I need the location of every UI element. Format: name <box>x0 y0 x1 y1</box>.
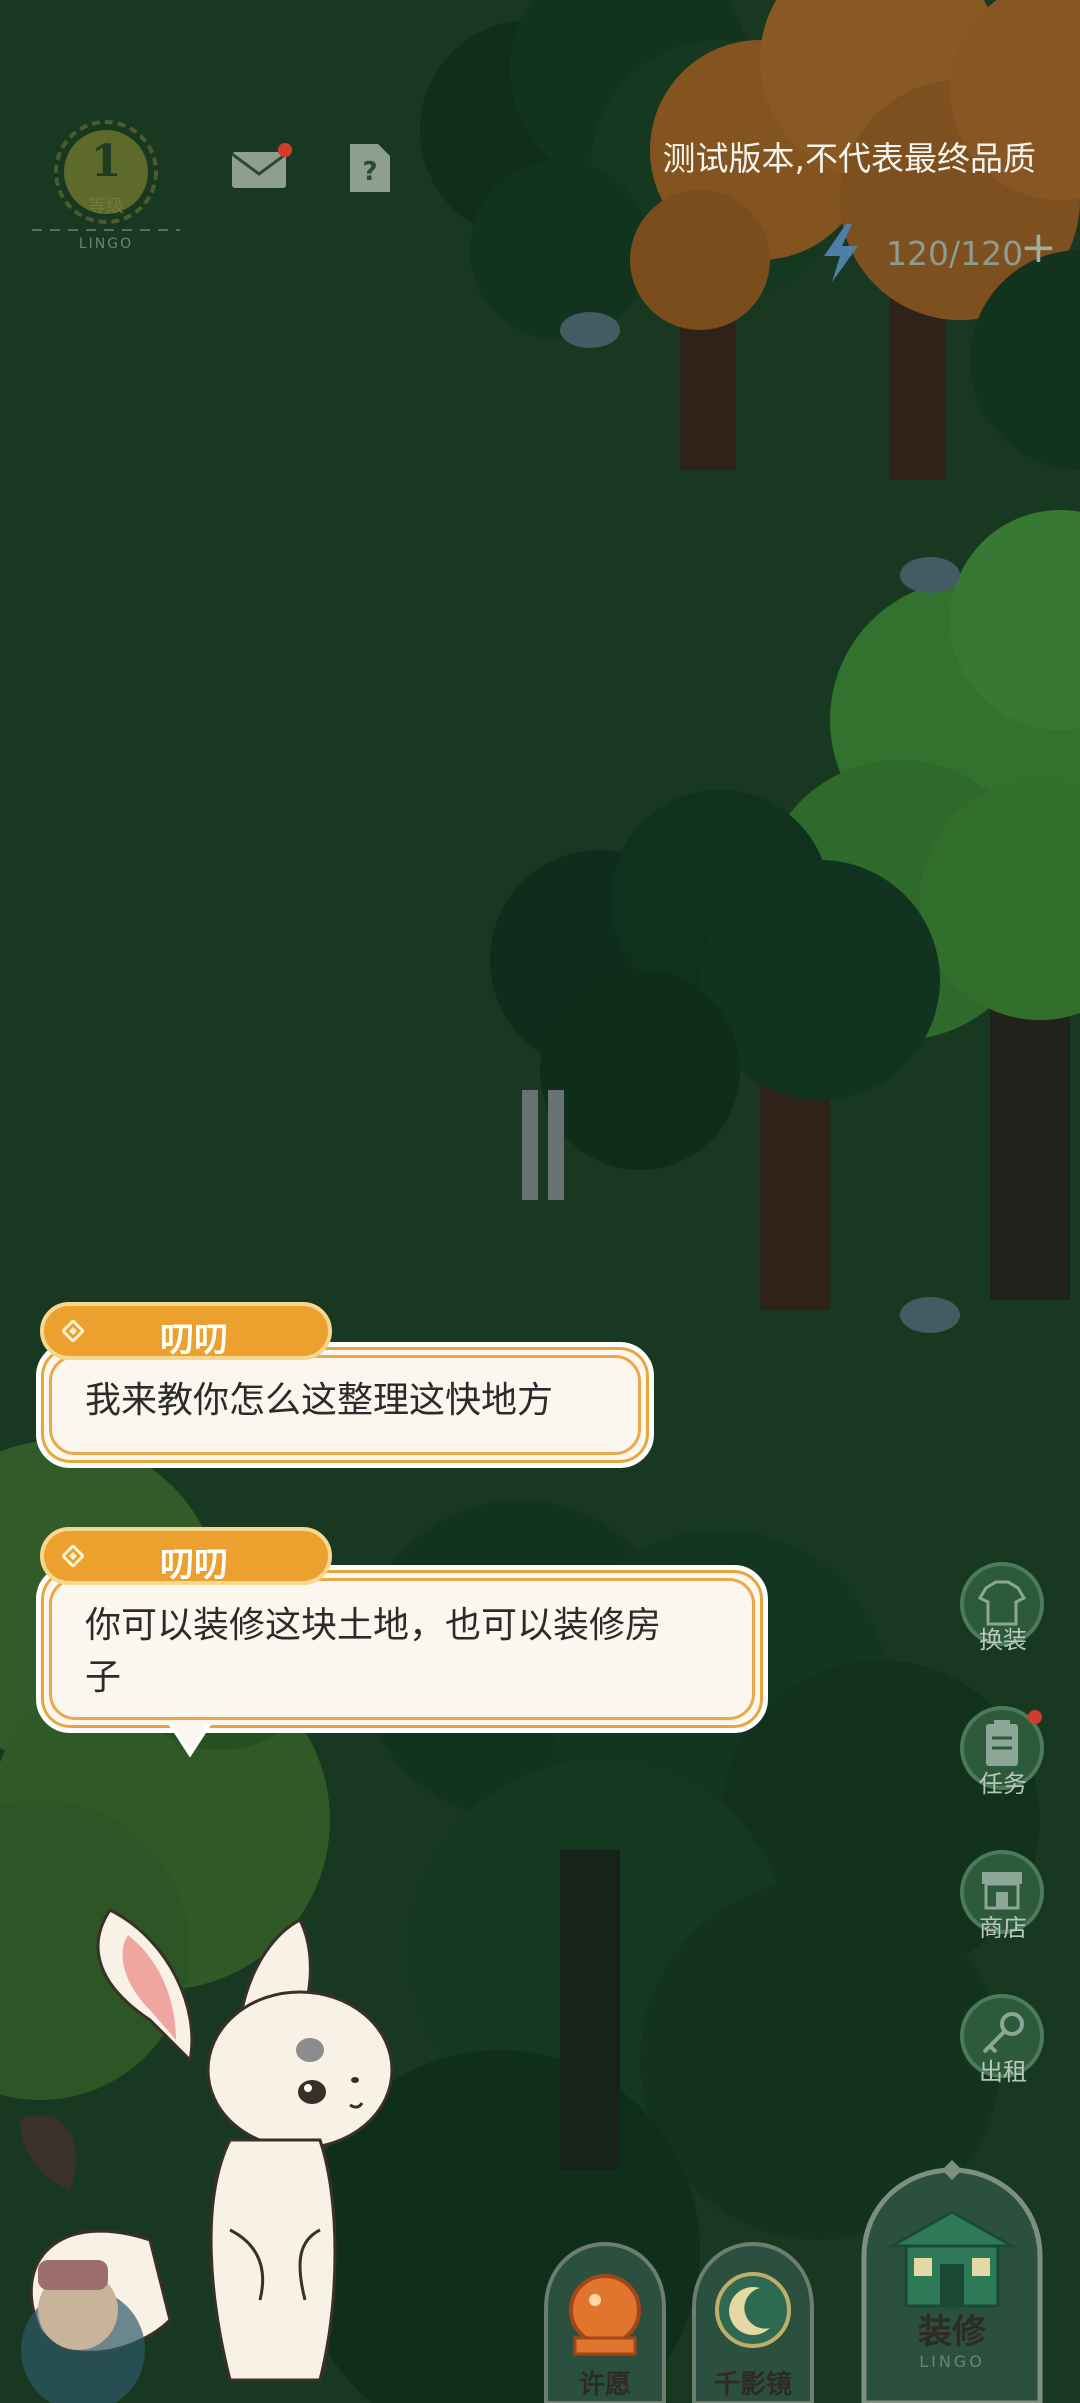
mail-icon <box>231 143 292 188</box>
energy-counter: 120/120 <box>886 234 1024 273</box>
decorate-label: 装修 <box>918 2312 986 2352</box>
rock <box>900 1297 960 1333</box>
rock <box>900 557 960 593</box>
side-label-outfit: 换装 <box>979 1626 1027 1654</box>
speaker-nametag-1: 叨叨 <box>40 1302 332 1360</box>
test-version-notice: 测试版本,不代表最终品质 <box>662 139 1037 178</box>
speaker-nametag-2: 叨叨 <box>40 1527 332 1585</box>
game-screen: 1 等级 LINGO ? 测试版本,不代表最终品质 120/120 + 我来教你… <box>0 0 1080 2403</box>
energy-icon <box>818 222 864 284</box>
dialog-text-2-line-2: 子 <box>85 1657 122 1698</box>
dialog-tail <box>164 1720 216 1758</box>
side-button-shop[interactable]: 商店 <box>948 1846 1058 1956</box>
side-label-rent: 出租 <box>979 2058 1027 2086</box>
wish-label: 许愿 <box>578 2370 631 2400</box>
level-number: 1 <box>90 136 122 187</box>
speaker-name-1: 叨叨 <box>160 1320 228 1360</box>
level-badge[interactable]: 1 等级 LINGO <box>32 118 180 258</box>
dialog-text-2-line-1: 你可以装修这块土地，也可以装修房 <box>85 1605 662 1646</box>
level-label: 等级 <box>88 196 124 217</box>
side-label-shop: 商店 <box>979 1914 1027 1942</box>
side-button-tasks[interactable]: 任务 <box>948 1702 1058 1812</box>
rock <box>560 312 620 348</box>
dialog-text-1: 我来教你怎么这整理这快地方 <box>85 1380 554 1421</box>
wish-button[interactable]: 许愿 <box>540 2238 670 2403</box>
energy-add-button[interactable]: + <box>1020 226 1057 270</box>
dialog-text-2: 你可以装修这块土地，也可以装修房 子 <box>85 1600 661 1704</box>
side-button-outfit[interactable]: 换装 <box>948 1558 1058 1668</box>
speaker-name-2: 叨叨 <box>160 1545 228 1585</box>
svg-text:?: ? <box>362 157 377 187</box>
help-button[interactable]: ? <box>346 142 394 194</box>
mirror-button[interactable]: 千影镜 <box>688 2238 818 2403</box>
decorate-button[interactable]: 装修 LINGO <box>856 2160 1048 2403</box>
level-sub-label: LINGO <box>78 236 134 252</box>
dialog-box-2[interactable]: 你可以装修这块土地，也可以装修房 子 <box>36 1565 768 1733</box>
side-button-rent[interactable]: 出租 <box>948 1990 1058 2100</box>
companion-avatar[interactable] <box>8 2240 158 2403</box>
side-label-tasks: 任务 <box>979 1770 1027 1798</box>
document-question-icon: ? <box>350 144 390 192</box>
decorate-sub-label: LINGO <box>919 2352 985 2371</box>
mirror-label: 千影镜 <box>713 2370 792 2400</box>
task-notification-dot <box>1028 1710 1042 1724</box>
mail-button[interactable] <box>230 142 292 192</box>
